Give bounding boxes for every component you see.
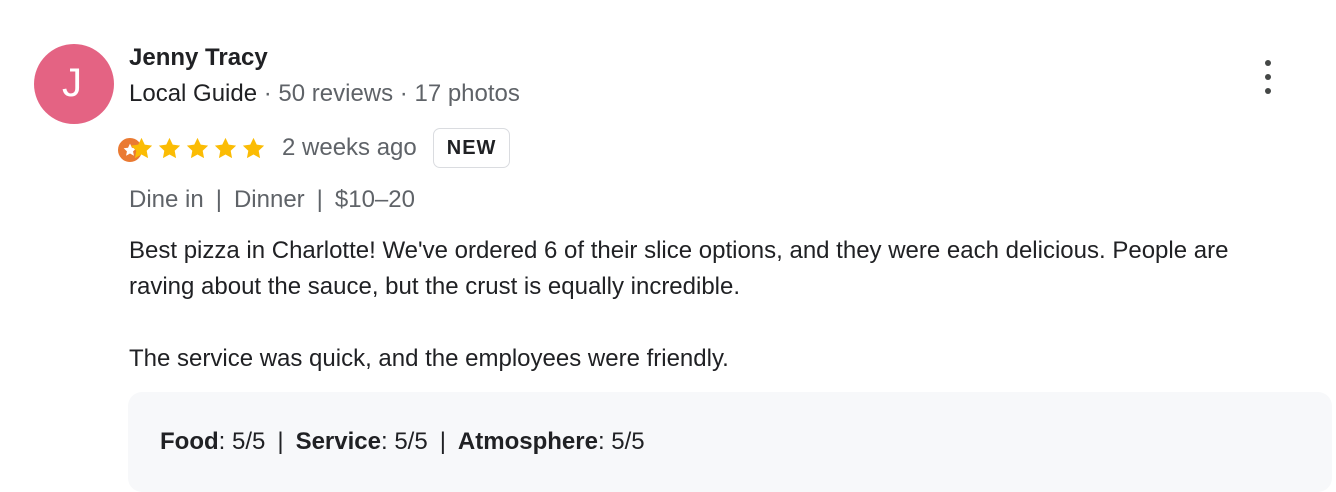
star-icon [186, 137, 209, 158]
subrating-label-atmosphere: Atmosphere [457, 428, 598, 455]
photo-count: 17 photos [414, 80, 520, 107]
subrating-label-food: Food [160, 428, 219, 455]
review-text: Best pizza in Charlotte! We've ordered 6… [129, 233, 1329, 377]
new-badge: NEW [432, 128, 511, 168]
meta-separator: · [257, 80, 279, 107]
avatar-initial: J [62, 61, 82, 105]
more-vert-icon-dot [1265, 60, 1271, 66]
visit-tags: Dine in | Dinner | $10–20 [129, 186, 415, 214]
more-options-button[interactable] [1254, 60, 1282, 94]
star-icon [214, 137, 237, 158]
review-line: raving about the sauce, but the crust is… [129, 273, 741, 300]
subrating-separator: | [439, 428, 446, 455]
subrating-separator: | [277, 428, 284, 455]
author-name[interactable]: Jenny Tracy [129, 44, 268, 72]
tag-separator: | [215, 186, 222, 213]
more-vert-icon-dot [1265, 88, 1271, 94]
subratings-line: Food: 5/5 | Service: 5/5 | Atmosphere: 5/5 [160, 428, 645, 456]
tag-price-range: $10–20 [334, 186, 415, 213]
author-meta: Local Guide · 50 reviews · 17 photos [129, 80, 520, 108]
review-line: Best pizza in Charlotte! We've ordered 6… [129, 237, 1229, 264]
review-count: 50 reviews [278, 80, 394, 107]
review-time: 2 weeks ago [282, 134, 417, 161]
meta-separator: · [393, 80, 415, 107]
tag-meal-type: Dinner [233, 186, 305, 213]
more-vert-icon-dot [1265, 74, 1271, 80]
subrating-value-service: : 5/5 [380, 428, 428, 455]
review-paragraph: The service was quick, and the employees… [129, 345, 729, 372]
star-icon [242, 137, 265, 158]
star-rating [129, 136, 266, 161]
rating-row: 2 weeks ago NEW [129, 127, 511, 169]
subrating-value-food: : 5/5 [218, 428, 266, 455]
tag-separator: | [316, 186, 323, 213]
star-icon [130, 137, 153, 158]
star-icon [158, 137, 181, 158]
subrating-label-service: Service [295, 428, 381, 455]
local-guide-label: Local Guide [129, 80, 258, 107]
subratings-panel: Food: 5/5 | Service: 5/5 | Atmosphere: 5/5 [128, 392, 1332, 492]
avatar[interactable]: J [34, 44, 144, 164]
subrating-value-atmosphere: : 5/5 [597, 428, 645, 455]
tag-service-type: Dine in [129, 186, 204, 213]
